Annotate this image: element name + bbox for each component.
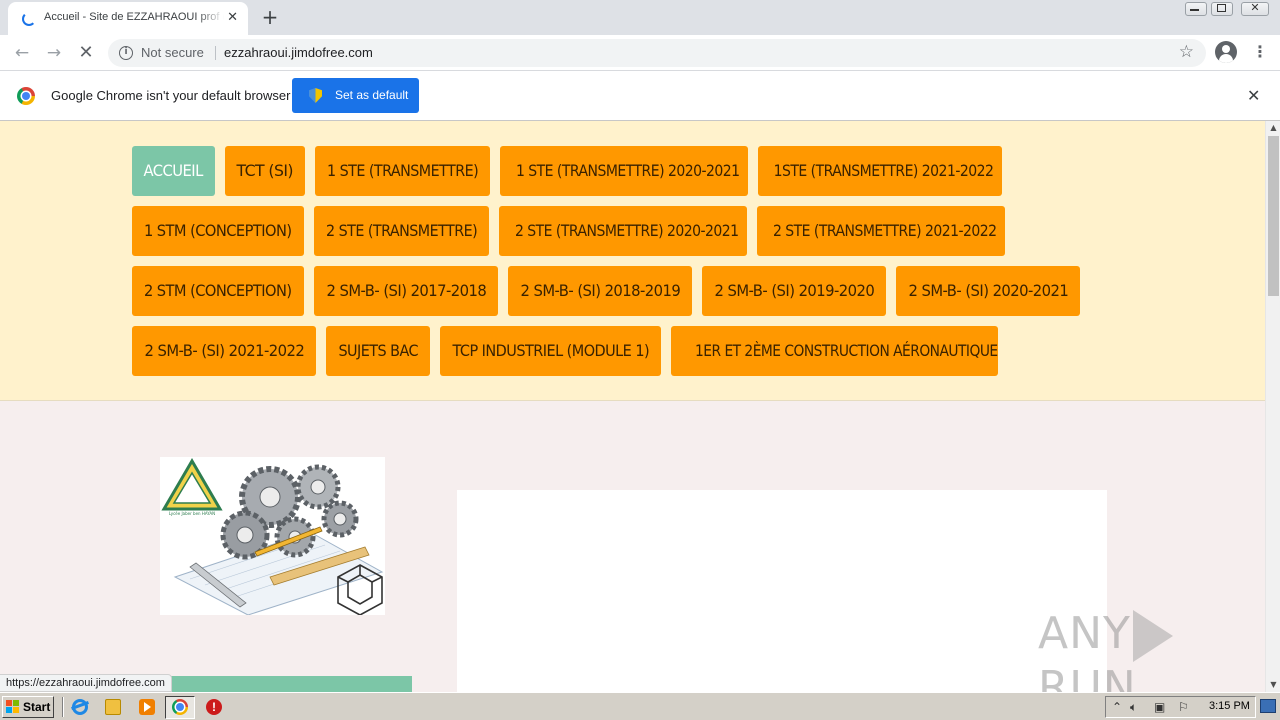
chrome-taskbar-button[interactable] — [165, 696, 195, 719]
set-as-default-label: Set as default — [335, 88, 409, 102]
browser-toolbar: ← → ✕ i Not secure ezzahraoui.jimdofree.… — [0, 35, 1280, 71]
restore-icon — [1217, 4, 1226, 12]
nav-button-2[interactable]: TCT (SI) — [225, 146, 305, 196]
volume-icon[interactable]: 🔈︎ — [1130, 699, 1137, 715]
antivirus-icon[interactable] — [206, 699, 222, 715]
nav-button-18[interactable]: 1ER ET 2ÈME CONSTRUCTION AÉRONAUTIQUE — [671, 326, 998, 376]
nav-button-9[interactable]: 2 STE (TRANSMETTRE) 2021-2022 — [757, 206, 1005, 256]
forward-button[interactable]: → — [42, 41, 66, 65]
info-icon[interactable]: i — [119, 46, 133, 60]
nav-button-8[interactable]: 2 STE (TRANSMETTRE) 2020-2021 — [499, 206, 747, 256]
page-scrollbar[interactable]: ▲ ▼ — [1265, 121, 1280, 692]
watermark-left-text: ANY — [1038, 608, 1131, 659]
tab-close-icon[interactable]: ✕ — [227, 10, 238, 26]
system-tray: ⌃ 🔈︎ ▣ ⚐ 3:15 PM — [1105, 696, 1256, 718]
set-as-default-button[interactable]: Set as default — [292, 78, 419, 113]
sidebar-accent-bar — [160, 676, 412, 692]
start-button[interactable]: Start — [2, 696, 54, 718]
window-close-button[interactable]: ✕ — [1238, 0, 1272, 18]
scroll-up-arrow-icon[interactable]: ▲ — [1266, 121, 1280, 135]
omnibox-divider — [215, 46, 216, 60]
site-navigation: ACCUEIL TCT (SI) 1 STE (TRANSMETTRE) 1 STE … — [0, 121, 1265, 401]
page-viewport: ACCUEIL TCT (SI) 1 STE (TRANSMETTRE) 1 STE … — [0, 121, 1265, 692]
nav-button-14[interactable]: 2 SM-B- (SI) 2020-2021 — [896, 266, 1080, 316]
start-label: Start — [23, 700, 51, 714]
gears-illustration-icon: Lycée Jaber ben HAYAN — [160, 457, 385, 615]
action-center-flag-icon[interactable]: ⚐ — [1178, 699, 1189, 715]
show-hidden-icons-icon[interactable]: ⌃ — [1112, 699, 1122, 715]
nav-button-3[interactable]: 1 STE (TRANSMETTRE) — [315, 146, 490, 196]
stop-loading-button[interactable]: ✕ — [74, 41, 98, 65]
browser-tab-strip: Accueil - Site de EZZAHRAOUI prof d ✕ + … — [0, 0, 1280, 35]
minimize-icon — [1190, 9, 1199, 11]
scroll-down-arrow-icon[interactable]: ▼ — [1266, 678, 1280, 692]
windows-taskbar: Start ⌃ 🔈︎ ▣ ⚐ 3:15 PM — [0, 692, 1280, 720]
nav-button-10[interactable]: 2 STM (CONCEPTION) — [132, 266, 304, 316]
infobar-close-icon[interactable]: ✕ — [1247, 86, 1260, 105]
chrome-icon — [172, 699, 188, 715]
window-close-icon: ✕ — [1250, 1, 1260, 14]
nav-button-6[interactable]: 1 STM (CONCEPTION) — [132, 206, 304, 256]
nav-button-15[interactable]: 2 SM-B- (SI) 2021-2022 — [132, 326, 316, 376]
nav-button-7[interactable]: 2 STE (TRANSMETTRE) — [314, 206, 489, 256]
windows-logo-icon — [6, 700, 20, 714]
link-status-bubble: https://ezzahraoui.jimdofree.com — [0, 674, 172, 692]
back-button[interactable]: ← — [10, 41, 34, 65]
nav-button-16[interactable]: SUJETS BAC — [326, 326, 430, 376]
security-status[interactable]: Not secure — [141, 45, 204, 60]
loading-spinner-icon — [22, 12, 36, 26]
uac-shield-icon — [309, 88, 322, 103]
media-player-icon[interactable] — [139, 699, 155, 715]
maximize-button[interactable] — [1208, 0, 1236, 18]
play-icon — [1132, 610, 1173, 662]
nav-button-13[interactable]: 2 SM-B- (SI) 2019-2020 — [702, 266, 886, 316]
taskbar-separator — [62, 697, 64, 717]
content-panel — [457, 490, 1107, 692]
taskbar-clock[interactable]: 3:15 PM — [1209, 700, 1250, 712]
browser-menu-icon[interactable]: ⋮ — [1252, 41, 1268, 65]
default-browser-infobar: Google Chrome isn't your default browser… — [0, 71, 1280, 121]
nav-button-4[interactable]: 1 STE (TRANSMETTRE) 2020-2021 — [500, 146, 748, 196]
bookmark-star-icon[interactable]: ☆ — [1179, 42, 1194, 62]
address-bar[interactable]: i Not secure ezzahraoui.jimdofree.com ☆ — [108, 39, 1206, 67]
nav-button-17[interactable]: TCP INDUSTRIEL (MODULE 1) — [440, 326, 661, 376]
nav-button-12[interactable]: 2 SM-B- (SI) 2018-2019 — [508, 266, 692, 316]
internet-explorer-icon[interactable] — [72, 699, 88, 715]
minimize-button[interactable] — [1182, 0, 1210, 18]
infobar-message: Google Chrome isn't your default browser — [51, 88, 291, 103]
logo-caption: Lycée Jaber ben HAYAN — [169, 511, 215, 516]
nav-button-5[interactable]: 1STE (TRANSMETTRE) 2021-2022 — [758, 146, 1002, 196]
chrome-logo-icon — [17, 87, 35, 105]
scroll-thumb[interactable] — [1268, 136, 1279, 296]
watermark-right-text: RUN — [1038, 662, 1137, 692]
url-text[interactable]: ezzahraoui.jimdofree.com — [224, 45, 373, 60]
show-desktop-icon[interactable] — [1260, 699, 1276, 713]
new-tab-button[interactable]: + — [258, 5, 282, 29]
network-icon[interactable]: ▣ — [1154, 699, 1165, 715]
profile-avatar-icon[interactable] — [1215, 41, 1237, 63]
anyrun-watermark: ANYRUN — [1038, 608, 1265, 692]
tab-title: Accueil - Site de EZZAHRAOUI prof d — [44, 11, 224, 23]
file-explorer-icon[interactable] — [105, 699, 121, 715]
site-logo-image[interactable]: Lycée Jaber ben HAYAN — [160, 457, 385, 615]
browser-tab[interactable]: Accueil - Site de EZZAHRAOUI prof d ✕ — [8, 2, 248, 35]
nav-button-11[interactable]: 2 SM-B- (SI) 2017-2018 — [314, 266, 498, 316]
nav-button-1[interactable]: ACCUEIL — [132, 146, 215, 196]
